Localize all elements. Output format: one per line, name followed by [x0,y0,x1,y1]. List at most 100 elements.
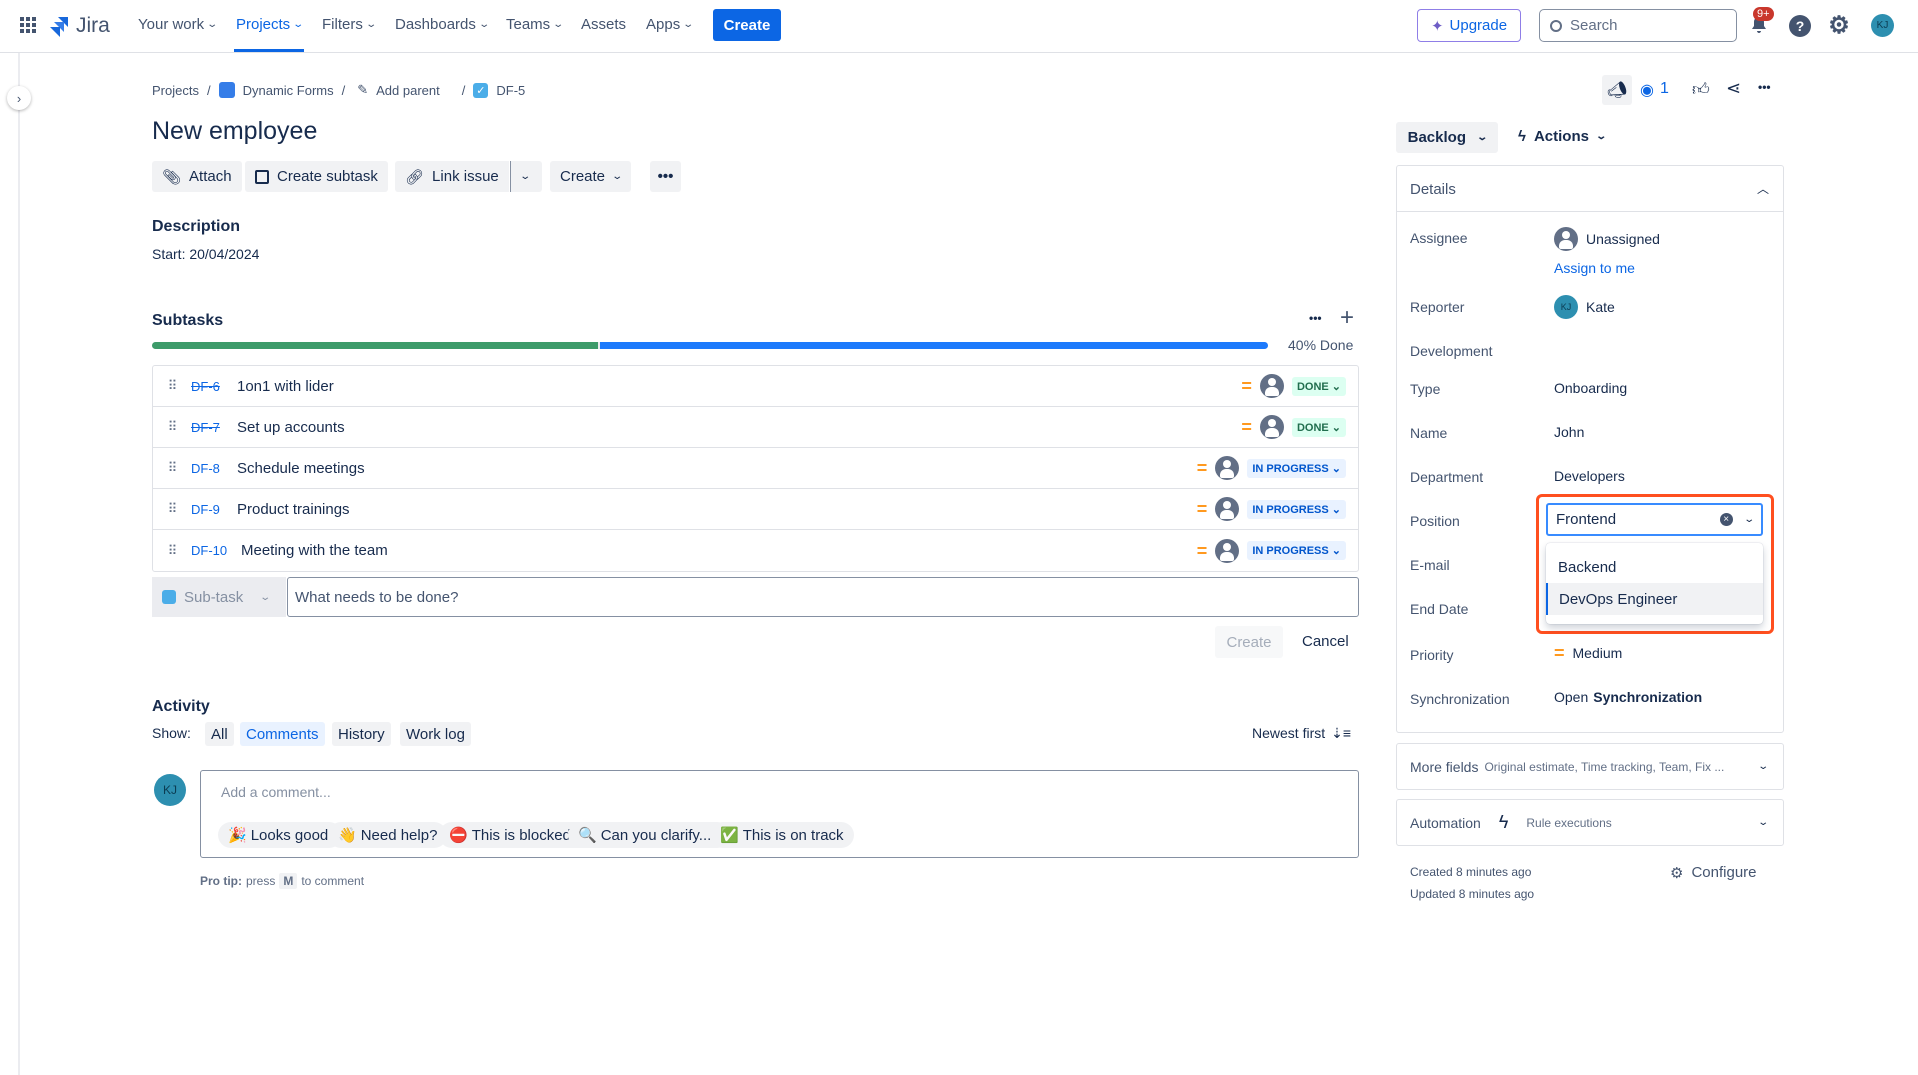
nav-apps[interactable]: Apps ⌄ [646,16,694,33]
breadcrumb-projects[interactable]: Projects [152,83,199,98]
unassigned-avatar-icon[interactable] [1215,497,1240,521]
nav-filters[interactable]: Filters ⌄ [322,16,377,33]
nav-assets[interactable]: Assets [581,16,626,33]
new-subtask-input[interactable]: What needs to be done? [287,577,1359,617]
subtask-title[interactable]: 1on1 with lider [237,378,334,395]
status-dropdown[interactable]: DONE ⌄ [1291,417,1346,437]
quick-reply-chip[interactable]: 🎉 Looks good! [218,822,343,848]
drag-handle-icon[interactable]: ⠿ [153,378,191,394]
create-button[interactable]: Create [713,9,781,41]
filter-comments[interactable]: Comments [240,722,325,746]
unassigned-avatar-icon[interactable] [1259,415,1284,439]
more-actions-button[interactable]: ••• [650,161,681,192]
notifications-button[interactable]: 9+ [1750,7,1774,36]
sort-newest-first[interactable]: Newest first ⇣≡ [1252,725,1351,742]
vote-thumbs-up-icon[interactable]: 👍︎ [1692,79,1710,100]
nav-your-work[interactable]: Your work ⌄ [138,16,218,33]
breadcrumb-issue-key[interactable]: DF-5 [496,83,525,98]
subtask-title[interactable]: Schedule meetings [237,460,365,477]
quick-reply-chip[interactable]: 🔍 Can you clarify...? [568,822,730,848]
upgrade-button[interactable]: ✦ Upgrade [1417,9,1521,42]
subtask-key[interactable]: DF-9 [191,502,237,517]
nav-dashboards[interactable]: Dashboards ⌄ [395,16,490,33]
breadcrumb-project[interactable]: Dynamic Forms [243,83,334,98]
feedback-button[interactable]: 📣︎ [1602,75,1632,105]
nav-teams[interactable]: Teams ⌄ [506,16,564,33]
status-dropdown[interactable]: IN PROGRESS ⌄ [1247,541,1346,560]
automation-section[interactable]: Automation ϟ Rule executions ⌄ [1396,799,1784,846]
expand-sidebar-button[interactable]: › [7,86,31,110]
priority-value[interactable]: = Medium [1554,644,1622,662]
drag-handle-icon[interactable]: ⠿ [153,501,191,517]
subtask-row[interactable]: ⠿ DF-9 Product trainings = IN PROGRESS ⌄ [153,489,1358,530]
create-dropdown-button[interactable]: Create ⌄ [550,161,632,192]
subtask-key[interactable]: DF-6 [191,379,237,394]
filter-all[interactable]: All [205,722,234,746]
drag-handle-icon[interactable]: ⠿ [153,419,191,435]
create-subtask-submit[interactable]: Create [1215,626,1283,658]
settings-gear-icon[interactable]: ⚙ [1828,12,1850,39]
add-parent-link[interactable]: Add parent [376,83,440,98]
department-value[interactable]: Developers [1554,468,1625,484]
subtask-row[interactable]: ⠿ DF-6 1on1 with lider = DONE ⌄ [153,366,1358,407]
assignee-value[interactable]: Unassigned [1554,227,1660,251]
subtask-title[interactable]: Set up accounts [237,419,345,436]
quick-reply-chip[interactable]: ✅ This is on track [710,822,854,848]
status-dropdown[interactable]: IN PROGRESS ⌄ [1247,458,1346,478]
position-select[interactable]: Frontend × ⌄ [1546,503,1763,536]
subtask-key[interactable]: DF-7 [191,420,237,435]
subtask-row[interactable]: ⠿ DF-7 Set up accounts = DONE ⌄ [153,407,1358,448]
search-input[interactable]: Search [1539,9,1737,42]
option-backend[interactable]: Backend [1546,551,1763,583]
jira-logo[interactable]: Jira [50,14,110,38]
actions-button[interactable]: ϟ Actions ⌄ [1518,128,1607,145]
watch-button[interactable]: ◉ 1 [1640,80,1669,100]
status-dropdown[interactable]: DONE ⌄ [1291,376,1346,396]
share-icon[interactable]: ⋖ [1726,78,1741,99]
subtask-key[interactable]: DF-10 [191,543,241,558]
cancel-button[interactable]: Cancel [1302,633,1349,650]
sparkle-icon: ✦ [1430,17,1444,35]
status-dropdown[interactable]: IN PROGRESS ⌄ [1247,499,1346,519]
status-button[interactable]: Backlog ⌄ [1396,122,1498,153]
assign-to-me-link[interactable]: Assign to me [1554,260,1635,276]
filter-work-log[interactable]: Work log [400,722,471,746]
create-subtask-button[interactable]: Create subtask [245,161,388,192]
option-devops-engineer[interactable]: DevOps Engineer [1546,583,1763,615]
name-value[interactable]: John [1554,424,1584,440]
app-switcher-icon[interactable] [20,17,36,33]
subtask-title[interactable]: Meeting with the team [241,542,388,559]
help-icon[interactable]: ? [1789,15,1811,37]
reporter-value[interactable]: KJ Kate [1554,295,1615,319]
unassigned-avatar-icon[interactable] [1215,456,1240,480]
chevron-down-icon[interactable]: ⌄ [1743,514,1755,525]
more-fields-section[interactable]: More fields Original estimate, Time trac… [1396,743,1784,790]
subtask-title[interactable]: Product trainings [237,501,350,518]
attach-button[interactable]: 📎︎ Attach [152,161,242,192]
description-text[interactable]: Start: 20/04/2024 [152,246,259,262]
unassigned-avatar-icon[interactable] [1259,374,1284,398]
subtask-row[interactable]: ⠿ DF-10 Meeting with the team = IN PROGR… [153,530,1358,571]
subtasks-more-button[interactable]: ••• [1309,311,1322,325]
unassigned-avatar-icon[interactable] [1215,538,1240,563]
drag-handle-icon[interactable]: ⠿ [153,543,191,559]
subtask-key[interactable]: DF-8 [191,461,237,476]
details-header[interactable]: Details ︿ [1397,166,1783,212]
open-synchronization-link[interactable]: Open Synchronization [1554,689,1702,705]
filter-history[interactable]: History [332,722,391,746]
subtask-row[interactable]: ⠿ DF-8 Schedule meetings = IN PROGRESS ⌄ [153,448,1358,489]
link-issue-dropdown[interactable]: ⌄ [510,161,542,192]
user-avatar[interactable]: KJ [1871,14,1894,37]
link-issue-button[interactable]: 🔗︎ Link issue [395,161,509,192]
issue-type-select[interactable]: Sub-task ⌄ [152,577,286,617]
comment-input[interactable]: Add a comment... 🎉 Looks good! 👋 Need help?… [200,770,1359,858]
type-value[interactable]: Onboarding [1554,380,1627,396]
clear-icon[interactable]: × [1719,513,1733,526]
add-subtask-icon[interactable]: + [1340,304,1354,332]
nav-projects[interactable]: Projects ⌄ [236,16,304,33]
issue-title[interactable]: New employee [152,117,317,146]
more-options-icon[interactable]: ••• [1758,80,1771,94]
configure-button[interactable]: ⚙ Configure [1670,864,1757,882]
drag-handle-icon[interactable]: ⠿ [153,460,191,476]
quick-reply-chip[interactable]: 👋 Need help? [328,822,448,848]
